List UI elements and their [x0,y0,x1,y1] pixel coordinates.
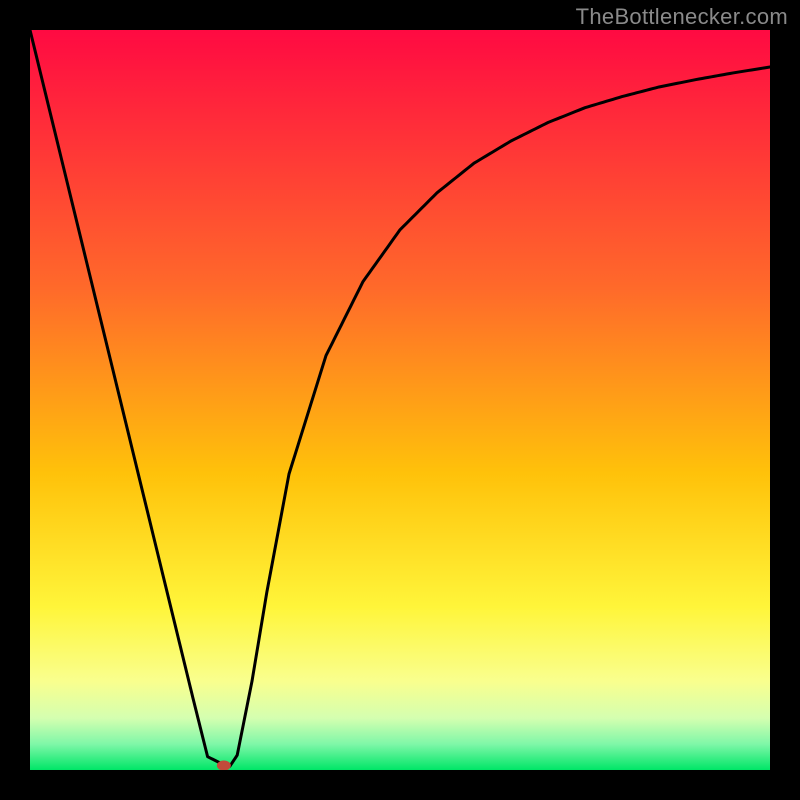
bottleneck-chart [30,30,770,770]
chart-frame: TheBottlenecker.com [0,0,800,800]
watermark-text: TheBottlenecker.com [576,4,788,30]
gradient-background [30,30,770,770]
plot-area [30,30,770,770]
